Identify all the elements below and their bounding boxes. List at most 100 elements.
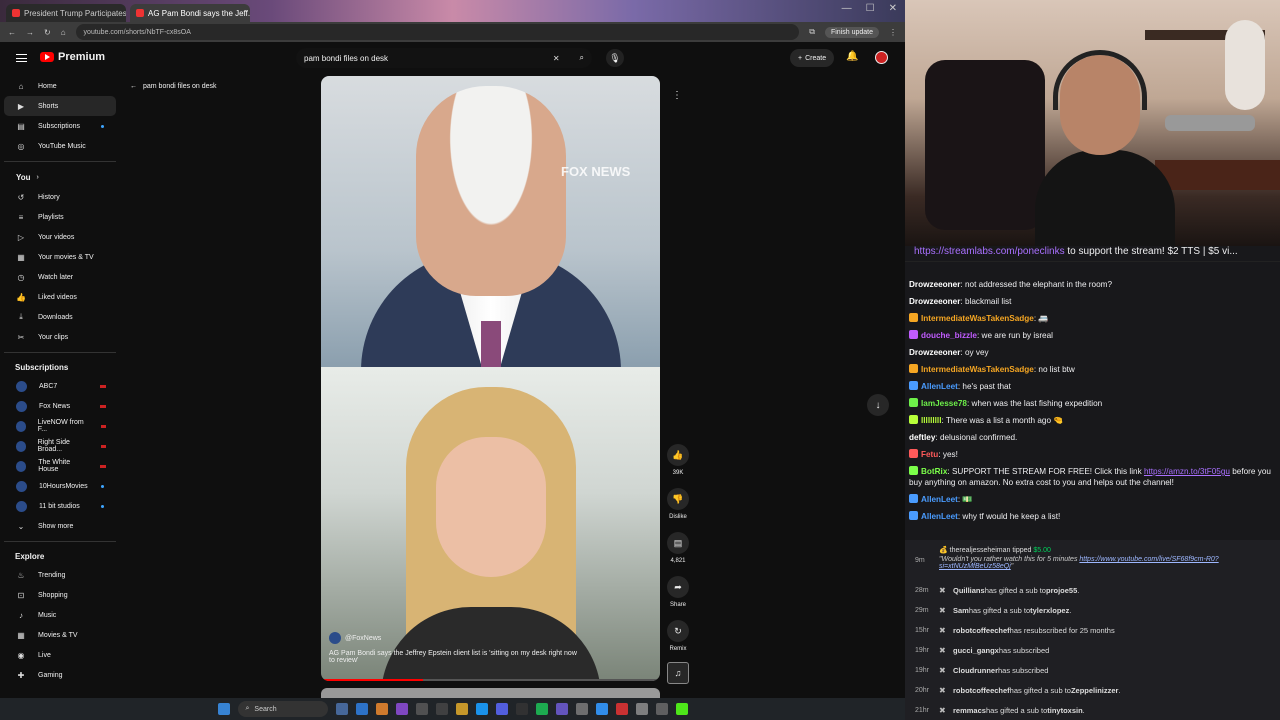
next-video-arrow-icon[interactable]: ↓ <box>867 394 889 416</box>
app-icon[interactable] <box>635 703 648 715</box>
event-target[interactable]: Zeppelinizzer <box>1071 686 1119 695</box>
back-to-search[interactable]: ← pam bondi files on desk <box>130 83 217 90</box>
sound-thumbnail[interactable]: ♫ <box>665 662 691 688</box>
event-user[interactable]: remmacs <box>953 706 986 715</box>
sidebar-item-you[interactable]: You › <box>0 167 120 187</box>
sidebar-channel[interactable]: Right Side Broad... <box>0 436 120 456</box>
edge-browser-icon[interactable] <box>355 703 368 715</box>
show-more-button[interactable]: ⌄ Show more <box>0 516 120 536</box>
back-arrow-icon[interactable]: ← <box>8 28 16 37</box>
sidebar-item-history[interactable]: ↺ History <box>0 187 120 207</box>
spotify-icon[interactable] <box>535 703 548 715</box>
sidebar-item-movies[interactable]: ▦ Movies & TV <box>0 625 120 645</box>
chat-username[interactable]: IamJesse78 <box>921 399 967 408</box>
sidebar-item-youtube-music[interactable]: ◎ YouTube Music <box>0 136 120 156</box>
app-icon[interactable] <box>555 703 568 715</box>
dislike-button[interactable]: 👎 Dislike <box>665 488 691 520</box>
event-user[interactable]: Sam <box>953 606 969 615</box>
chat-username[interactable]: Drowzeeoner <box>909 297 960 306</box>
app-icon[interactable] <box>435 703 448 715</box>
event-user[interactable]: robotcoffeechef <box>953 626 1010 635</box>
event-target[interactable]: projoe55 <box>1046 586 1077 595</box>
search-input[interactable]: pam bondi files on desk ✕ ⌕ <box>296 48 592 68</box>
discord-icon[interactable] <box>495 703 508 715</box>
chat-username[interactable]: Drowzeeoner <box>909 348 960 357</box>
sidebar-item-playlists[interactable]: ≡ Playlists <box>0 207 120 227</box>
chat-username[interactable]: BotRix <box>921 467 947 476</box>
tip-user[interactable]: therealjesseheiman <box>950 547 1011 554</box>
sidebar-item-music[interactable]: ♪ Music <box>0 605 120 625</box>
app-icon[interactable] <box>595 703 608 715</box>
maximize-icon[interactable]: ☐ <box>866 3 875 14</box>
hamburger-menu-icon[interactable] <box>16 54 27 62</box>
sidebar-channel[interactable]: 11 bit studios <box>0 496 120 516</box>
browser-tab[interactable]: President Trump Participates in...✕ <box>6 4 126 22</box>
event-user[interactable]: Cloudrunner <box>953 666 998 675</box>
sidebar-item-shopping[interactable]: ⊡ Shopping <box>0 585 120 605</box>
sidebar-channel[interactable]: Fox News <box>0 396 120 416</box>
event-user[interactable]: Quillians <box>953 586 985 595</box>
app-icon[interactable] <box>515 703 528 715</box>
video-progress-bar[interactable] <box>321 679 660 681</box>
sidebar-channel[interactable]: ABC7 <box>0 376 120 396</box>
comments-button[interactable]: ▤ 4,821 <box>665 532 691 564</box>
app-icon[interactable] <box>615 703 628 715</box>
chat-username[interactable]: IntermediateWasTakenSadge <box>921 314 1034 323</box>
sidebar-channel[interactable]: 10HoursMovies <box>0 476 120 496</box>
browser-tab-active[interactable]: AG Pam Bondi says the Jeff...✕ <box>130 4 250 22</box>
steam-icon[interactable] <box>475 703 488 715</box>
chat-username[interactable]: AllenLeet <box>921 512 958 521</box>
sidebar-item-home[interactable]: ⌂ Home <box>0 76 120 96</box>
sidebar-item-your-clips[interactable]: ✂ Your clips <box>0 327 120 347</box>
sidebar-item-trending[interactable]: ♨ Trending <box>0 565 120 585</box>
sidebar-item-live[interactable]: ◉ Live <box>0 645 120 665</box>
app-icon[interactable] <box>575 703 588 715</box>
chat-username[interactable]: douche_bizzle <box>921 331 977 340</box>
browser-menu-icon[interactable]: ⋮ <box>889 28 897 37</box>
next-short-preview[interactable] <box>321 688 660 698</box>
chat-username[interactable]: Drowzeeoner <box>909 280 960 289</box>
kick-icon[interactable] <box>675 703 688 715</box>
sidebar-item-watch-later[interactable]: ◷ Watch later <box>0 267 120 287</box>
voice-search-icon[interactable]: 🎙 <box>606 49 624 67</box>
file-explorer-icon[interactable] <box>455 703 468 715</box>
event-user[interactable]: robotcoffeechef <box>953 686 1010 695</box>
forward-arrow-icon[interactable]: → <box>26 28 34 37</box>
minimize-icon[interactable]: — <box>842 3 852 14</box>
clear-search-icon[interactable]: ✕ <box>553 54 560 63</box>
remix-button[interactable]: ↻ Remix <box>665 620 691 652</box>
chat-username[interactable]: AllenLeet <box>921 382 958 391</box>
sidebar-item-gaming[interactable]: ✚ Gaming <box>0 665 120 685</box>
notifications-bell-icon[interactable]: 🔔 <box>846 51 858 62</box>
pinned-link[interactable]: https://streamlabs.com/poneclinks <box>914 246 1065 257</box>
sidebar-channel[interactable]: The White House <box>0 456 120 476</box>
create-button[interactable]: + Create <box>790 49 835 67</box>
sidebar-item-movies-tv[interactable]: ▦ Your movies & TV <box>0 247 120 267</box>
sidebar-item-downloads[interactable]: ⤓ Downloads <box>0 307 120 327</box>
windows-start-icon[interactable] <box>217 703 230 715</box>
chat-username[interactable]: AllenLeet <box>921 495 958 504</box>
more-options-icon[interactable]: ⋮ <box>672 90 682 101</box>
close-window-icon[interactable]: ✕ <box>889 3 897 14</box>
sidebar-item-liked-videos[interactable]: 👍 Liked videos <box>0 287 120 307</box>
sidebar-item-shorts[interactable]: ▶ Shorts <box>4 96 116 116</box>
chat-username[interactable]: Fetu <box>921 450 938 459</box>
app-icon[interactable] <box>395 703 408 715</box>
chat-username[interactable]: IntermediateWasTakenSadge <box>921 365 1034 374</box>
chat-link[interactable]: https://amzn.to/3tF05gu <box>1144 467 1230 476</box>
event-target[interactable]: tinytoxsin <box>1047 706 1082 715</box>
chat-username[interactable]: deftley <box>909 433 935 442</box>
finish-update-button[interactable]: Finish update <box>824 26 879 38</box>
event-user[interactable]: gucci_gangx <box>953 646 999 655</box>
search-icon[interactable]: ⌕ <box>580 53 584 63</box>
share-button[interactable]: ➦ Share <box>665 576 691 608</box>
sidebar-item-subscriptions[interactable]: ▤ Subscriptions <box>0 116 120 136</box>
chrome-browser-icon[interactable] <box>375 703 388 715</box>
extensions-icon[interactable]: ⧉ <box>809 27 815 37</box>
app-icon[interactable] <box>655 703 668 715</box>
youtube-premium-logo[interactable]: Premium <box>40 51 105 63</box>
task-view-icon[interactable] <box>335 703 348 715</box>
like-button[interactable]: 👍 39K <box>665 444 691 476</box>
url-bar[interactable]: youtube.com/shorts/NbTF-cx8sOA <box>75 24 800 40</box>
channel-handle[interactable]: @FoxNews <box>329 632 579 644</box>
